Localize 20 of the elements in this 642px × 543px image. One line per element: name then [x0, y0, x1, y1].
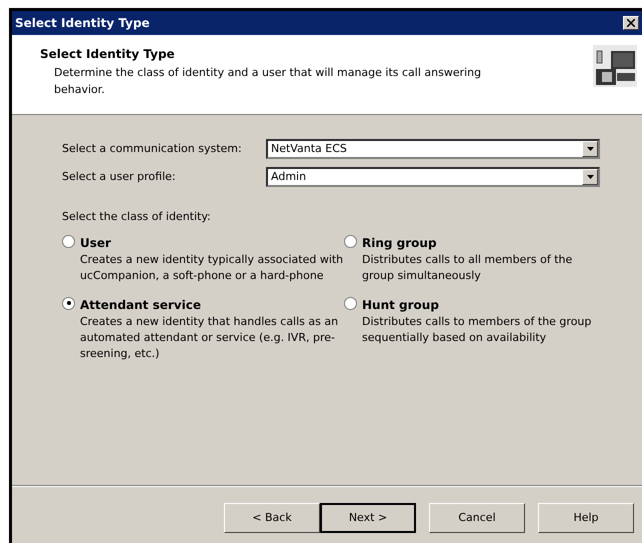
wizard-button[interactable]: < Back	[224, 503, 320, 533]
option-title: Hunt group	[362, 296, 440, 314]
window-title: Select Identity Type	[15, 15, 150, 32]
option-description: Distributes calls to members of the group sequentially based on availability	[362, 314, 592, 346]
option-title: Ring group	[362, 234, 438, 252]
dropdown-field[interactable]: Admin	[266, 167, 600, 187]
option-description: Creates a new identity typically associated with ucCompanion, a soft-phone or a hard-phone	[80, 252, 344, 284]
option-title: Attendant service	[80, 296, 202, 314]
header-title: Select Identity Type	[40, 46, 176, 63]
option-title: User	[80, 234, 112, 252]
wizard-button[interactable]: Cancel	[429, 503, 525, 533]
option-description: Creates a new identity that handles calls as an automated attendant or service (e.g. IVR, pre-sreening, etc.)	[80, 314, 340, 362]
field-label: Select a user profile:	[62, 168, 177, 185]
option-description: Distributes calls to all members of the group simultaneously	[362, 252, 574, 284]
identity-class-label: Select the class of identity:	[62, 209, 212, 225]
wizard-button[interactable]: Next >	[320, 503, 416, 533]
dropdown-field[interactable]: NetVanta ECS	[266, 139, 600, 159]
field-label: Select a communication system:	[62, 140, 243, 157]
header-description: Determine the class of identity and a user that will manage its call answering behavior.	[53, 65, 482, 98]
wizard-button[interactable]: Help	[538, 503, 634, 533]
